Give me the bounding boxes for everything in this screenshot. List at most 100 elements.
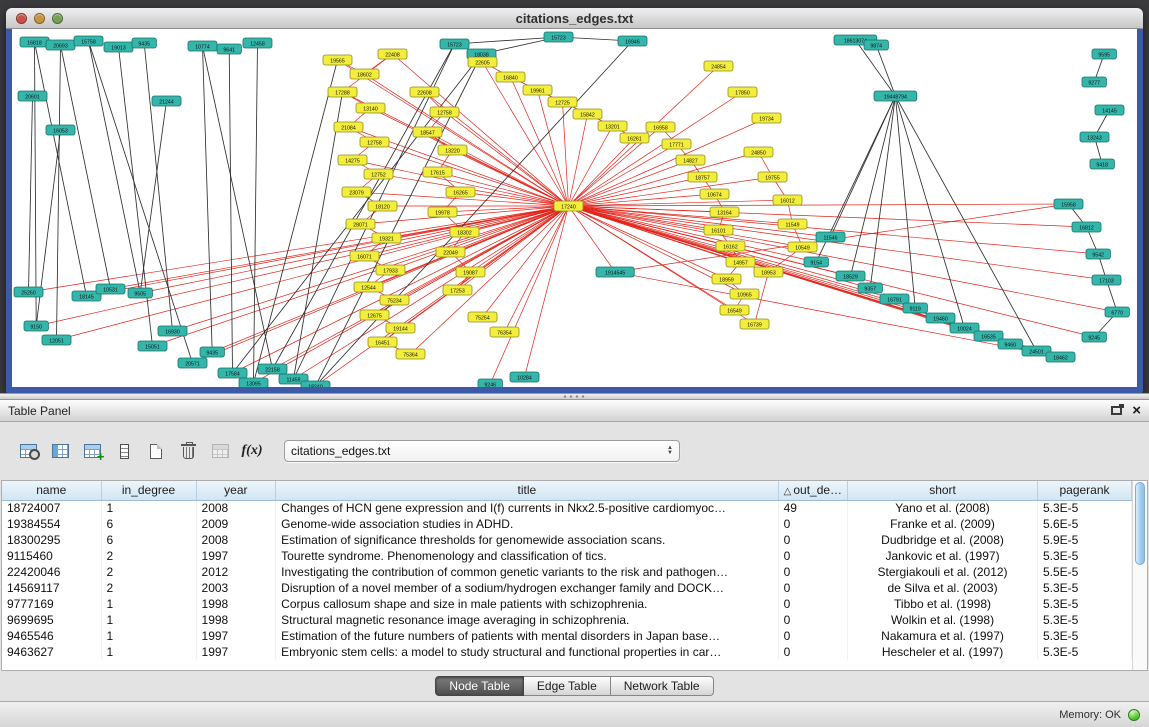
network-canvas[interactable]: 1681820693157581901394351077496411245820…: [12, 29, 1137, 387]
table-row[interactable]: 969969511998Structural magnetic resonanc…: [2, 612, 1132, 628]
cell-year[interactable]: 1998: [196, 596, 276, 612]
graph-edge[interactable]: [563, 102, 569, 206]
graph-edge[interactable]: [140, 101, 166, 293]
table-row[interactable]: 946554611997Estimation of the future num…: [2, 628, 1132, 644]
column-header-pagerank[interactable]: pagerank: [1038, 481, 1132, 500]
cell-name[interactable]: 9465546: [2, 628, 101, 644]
cell-out_de[interactable]: 0: [778, 596, 847, 612]
graph-edge[interactable]: [203, 46, 273, 369]
table-columns-button[interactable]: [46, 438, 74, 464]
graph-edge[interactable]: [569, 206, 803, 247]
close-panel-icon[interactable]: ×: [1132, 404, 1141, 418]
cell-name[interactable]: 19384554: [2, 516, 101, 532]
cell-out_de[interactable]: 49: [778, 500, 847, 516]
graph-edge[interactable]: [29, 206, 569, 292]
cell-short[interactable]: Tibbo et al. (1998): [848, 596, 1038, 612]
cell-year[interactable]: 2008: [196, 532, 276, 548]
graph-edge[interactable]: [569, 160, 691, 206]
graph-edge[interactable]: [569, 177, 703, 206]
function-builder-button[interactable]: f(x): [238, 438, 266, 464]
table-row[interactable]: 1872400712008Changes of HCN gene express…: [2, 500, 1132, 516]
table-settings-button[interactable]: [14, 438, 42, 464]
cell-short[interactable]: Franke et al. (2009): [848, 516, 1038, 532]
graph-edge[interactable]: [254, 43, 258, 383]
graph-edge[interactable]: [391, 206, 569, 270]
graph-edge[interactable]: [569, 138, 635, 206]
graph-edge[interactable]: [35, 42, 87, 296]
table-row[interactable]: 911546021997Tourette syndrome. Phenomeno…: [2, 548, 1132, 564]
graph-edge[interactable]: [35, 42, 37, 326]
cell-short[interactable]: Wolkin et al. (1998): [848, 612, 1038, 628]
cell-in_degree[interactable]: 2: [101, 548, 196, 564]
cell-pagerank[interactable]: 5.3E-5: [1038, 548, 1132, 564]
cell-year[interactable]: 1997: [196, 548, 276, 564]
table-source-select[interactable]: citations_edges.txt ▲ ▼: [284, 440, 680, 462]
cell-short[interactable]: Hescheler et al. (1997): [848, 644, 1038, 660]
graph-edge[interactable]: [851, 96, 896, 276]
graph-edge[interactable]: [569, 177, 773, 206]
float-panel-icon[interactable]: [1111, 406, 1122, 415]
tab-edge-table[interactable]: Edge Table: [524, 676, 611, 696]
graph-edge[interactable]: [61, 45, 111, 289]
cell-in_degree[interactable]: 1: [101, 596, 196, 612]
cell-title[interactable]: Disruption of a novel member of a sodium…: [276, 580, 778, 596]
cell-in_degree[interactable]: 1: [101, 628, 196, 644]
cell-out_de[interactable]: 0: [778, 532, 847, 548]
graph-edge[interactable]: [876, 45, 895, 96]
cell-year[interactable]: 1997: [196, 644, 276, 660]
cell-year[interactable]: 1997: [196, 628, 276, 644]
node-table[interactable]: namein_degreeyeartitle△out_de…shortpager…: [2, 481, 1132, 660]
column-header-year[interactable]: year: [196, 481, 276, 500]
new-file-button[interactable]: [142, 438, 170, 464]
cell-short[interactable]: Nakamura et al. (1997): [848, 628, 1038, 644]
cell-title[interactable]: Tourette syndrome. Phenomenology and cla…: [276, 548, 778, 564]
cell-out_de[interactable]: 0: [778, 628, 847, 644]
cell-out_de[interactable]: 0: [778, 580, 847, 596]
cell-out_de[interactable]: 0: [778, 612, 847, 628]
cell-in_degree[interactable]: 2: [101, 564, 196, 580]
scrollbar-thumb[interactable]: [1135, 482, 1145, 565]
cell-year[interactable]: 2003: [196, 580, 276, 596]
table-row[interactable]: 1938455462009Genome-wide association stu…: [2, 516, 1132, 532]
tab-node-table[interactable]: Node Table: [435, 676, 524, 696]
table-row[interactable]: 1456911722003Disruption of a novel membe…: [2, 580, 1132, 596]
column-header-title[interactable]: title: [276, 481, 778, 500]
graph-edge[interactable]: [57, 45, 61, 340]
cell-pagerank[interactable]: 5.5E-5: [1038, 564, 1132, 580]
cell-pagerank[interactable]: 5.3E-5: [1038, 612, 1132, 628]
network-canvas-svg[interactable]: 1681820693157581901394351077496411245820…: [12, 29, 1137, 387]
graph-edge[interactable]: [119, 47, 153, 346]
cell-short[interactable]: Yano et al. (2008): [848, 500, 1038, 516]
table-export-button[interactable]: [78, 438, 106, 464]
cell-out_de[interactable]: 0: [778, 644, 847, 660]
close-button[interactable]: [16, 13, 27, 24]
row-height-button[interactable]: [110, 438, 138, 464]
table-row[interactable]: 946362711997Embryonic stem cells: a mode…: [2, 644, 1132, 660]
import-table-disabled-button[interactable]: [206, 438, 234, 464]
cell-title[interactable]: Investigating the contribution of common…: [276, 564, 778, 580]
column-header-in_degree[interactable]: in_degree: [101, 481, 196, 500]
cell-in_degree[interactable]: 2: [101, 580, 196, 596]
graph-edge[interactable]: [254, 60, 338, 383]
table-row[interactable]: 977716911998Corpus callosum shape and si…: [2, 596, 1132, 612]
graph-edge[interactable]: [453, 150, 569, 206]
column-header-out_de[interactable]: △out_de…: [778, 481, 847, 500]
cell-title[interactable]: Changes of HCN gene expression and I(f) …: [276, 500, 778, 516]
tab-network-table[interactable]: Network Table: [611, 676, 714, 696]
graph-edge[interactable]: [569, 204, 1069, 206]
cell-name[interactable]: 9463627: [2, 644, 101, 660]
cell-pagerank[interactable]: 5.3E-5: [1038, 628, 1132, 644]
graph-edge[interactable]: [203, 46, 213, 352]
graph-edge[interactable]: [870, 96, 895, 288]
cell-year[interactable]: 2008: [196, 500, 276, 516]
graph-edge[interactable]: [338, 60, 569, 206]
cell-title[interactable]: Embryonic stem cells: a model to study s…: [276, 644, 778, 660]
window-titlebar[interactable]: citations_edges.txt: [6, 8, 1143, 29]
table-row[interactable]: 1830029562008Estimation of significance …: [2, 532, 1132, 548]
cell-year[interactable]: 2009: [196, 516, 276, 532]
graph-edge[interactable]: [615, 272, 1060, 357]
table-row[interactable]: 2242004622012Investigating the contribut…: [2, 564, 1132, 580]
cell-year[interactable]: 1998: [196, 612, 276, 628]
cell-short[interactable]: de Silva et al. (2003): [848, 580, 1038, 596]
cell-name[interactable]: 22420046: [2, 564, 101, 580]
